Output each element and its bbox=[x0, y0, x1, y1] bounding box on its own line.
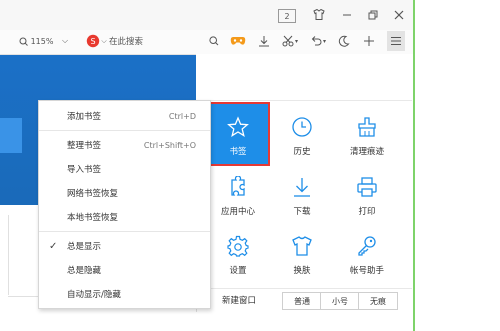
menu-item-import-bookmarks[interactable]: 导入书签 bbox=[39, 157, 210, 181]
zoom-dropdown-chevron-icon[interactable]: ⌵ bbox=[60, 33, 70, 49]
tab-count-badge[interactable]: 2 bbox=[278, 9, 296, 23]
menu-item-label: 导入书签 bbox=[67, 165, 102, 175]
menu-item-label: 总是隐藏 bbox=[67, 266, 102, 276]
new-window-secondary-button[interactable]: 小号 bbox=[320, 292, 360, 310]
menu-account-helper-button[interactable]: 帐号助手 bbox=[337, 223, 397, 283]
menu-item-add-bookmark[interactable]: 添加书签 Ctrl+D bbox=[39, 104, 210, 128]
page-divider bbox=[8, 215, 9, 295]
menu-print-button[interactable]: 打印 bbox=[337, 164, 397, 224]
menu-clear-traces-button[interactable]: 清理痕迹 bbox=[337, 104, 397, 164]
menu-grid-label: 下载 bbox=[293, 207, 311, 217]
menu-item-auto-show-hide[interactable]: 自动显示/隐藏 bbox=[39, 282, 210, 306]
new-window-label: 新建窗口 bbox=[222, 296, 257, 306]
menu-item-label: 整理书签 bbox=[67, 141, 102, 151]
zoom-icon bbox=[19, 37, 28, 46]
printer-icon bbox=[354, 174, 380, 200]
new-tab-plus-icon[interactable] bbox=[362, 33, 376, 49]
menu-separator bbox=[39, 231, 210, 232]
window-frame-edge bbox=[413, 0, 415, 331]
restore-icon[interactable] bbox=[366, 7, 380, 22]
main-menu-hamburger-icon[interactable] bbox=[387, 31, 405, 51]
menu-item-label: 网络书签恢复 bbox=[67, 189, 119, 199]
menu-settings-button[interactable]: 设置 bbox=[208, 223, 268, 283]
key-icon bbox=[354, 233, 380, 259]
menu-grid-label: 应用中心 bbox=[220, 207, 255, 217]
menu-item-label: 自动显示/隐藏 bbox=[67, 290, 121, 300]
menu-item-shortcut: Ctrl+D bbox=[168, 111, 196, 121]
svg-text:S: S bbox=[90, 37, 95, 46]
download-icon bbox=[289, 174, 315, 200]
clock-icon bbox=[289, 114, 315, 140]
menu-grid-label: 设置 bbox=[229, 266, 247, 276]
menu-app-center-button[interactable]: 应用中心 bbox=[208, 164, 268, 224]
menu-separator bbox=[39, 130, 210, 131]
puzzle-icon bbox=[225, 174, 251, 200]
search-engine-chevron-icon[interactable]: ⌵ bbox=[100, 33, 108, 49]
menu-item-label: 添加书签 bbox=[67, 112, 102, 122]
menu-grid-label: 历史 bbox=[293, 147, 311, 157]
skin-shirt-icon[interactable] bbox=[312, 7, 326, 22]
menu-item-shortcut: Ctrl+Shift+O bbox=[143, 140, 196, 150]
menu-item-organize-bookmarks[interactable]: 整理书签 Ctrl+Shift+O bbox=[39, 133, 210, 157]
minimize-icon[interactable] bbox=[340, 7, 354, 22]
menu-downloads-button[interactable]: 下载 bbox=[272, 164, 332, 224]
search-icon[interactable] bbox=[207, 33, 221, 49]
tshirt-icon bbox=[289, 233, 315, 259]
menu-grid-label: 换肤 bbox=[293, 266, 311, 276]
main-menu-header bbox=[196, 54, 412, 101]
search-input[interactable]: 在此搜索 bbox=[109, 33, 169, 49]
menu-item-restore-local-bookmarks[interactable]: 本地书签恢复 bbox=[39, 205, 210, 229]
menu-grid-label: 清理痕迹 bbox=[349, 147, 384, 157]
checkmark-icon: ✓ bbox=[49, 240, 58, 252]
menu-history-button[interactable]: 历史 bbox=[272, 104, 332, 164]
menu-grid-label: 打印 bbox=[358, 207, 376, 217]
menu-item-label: 本地书签恢复 bbox=[67, 213, 119, 223]
zoom-level: 115% bbox=[30, 36, 54, 46]
menu-item-always-show[interactable]: ✓ 总是显示 bbox=[39, 234, 210, 258]
game-controller-icon[interactable] bbox=[229, 33, 247, 49]
page-divider bbox=[8, 296, 38, 297]
menu-grid-label: 书签 bbox=[229, 147, 247, 157]
broom-icon bbox=[354, 114, 380, 140]
menu-skin-button[interactable]: 换肤 bbox=[272, 223, 332, 283]
night-mode-moon-icon[interactable] bbox=[337, 33, 351, 49]
gear-icon bbox=[225, 233, 251, 259]
menu-item-restore-online-bookmarks[interactable]: 网络书签恢复 bbox=[39, 181, 210, 205]
bookmark-submenu: 添加书签 Ctrl+D 整理书签 Ctrl+Shift+O 导入书签 网络书签恢… bbox=[38, 100, 211, 309]
menu-item-always-hide[interactable]: 总是隐藏 bbox=[39, 258, 210, 282]
download-arrow-icon[interactable] bbox=[257, 33, 271, 49]
undo-icon[interactable]: ▾ bbox=[308, 33, 328, 49]
new-window-normal-button[interactable]: 普通 bbox=[282, 292, 322, 310]
zoom-control[interactable]: 115% bbox=[16, 33, 56, 49]
menu-grid-label: 帐号助手 bbox=[349, 266, 384, 276]
scissors-icon[interactable]: ▾ bbox=[280, 33, 300, 49]
star-icon bbox=[225, 114, 251, 140]
close-icon[interactable] bbox=[392, 7, 406, 22]
menu-bookmarks-button[interactable]: 书签 bbox=[206, 102, 270, 166]
page-banner-tab bbox=[0, 118, 22, 153]
new-window-incognito-button[interactable]: 无痕 bbox=[358, 292, 398, 310]
menu-item-label: 总是显示 bbox=[67, 242, 102, 252]
